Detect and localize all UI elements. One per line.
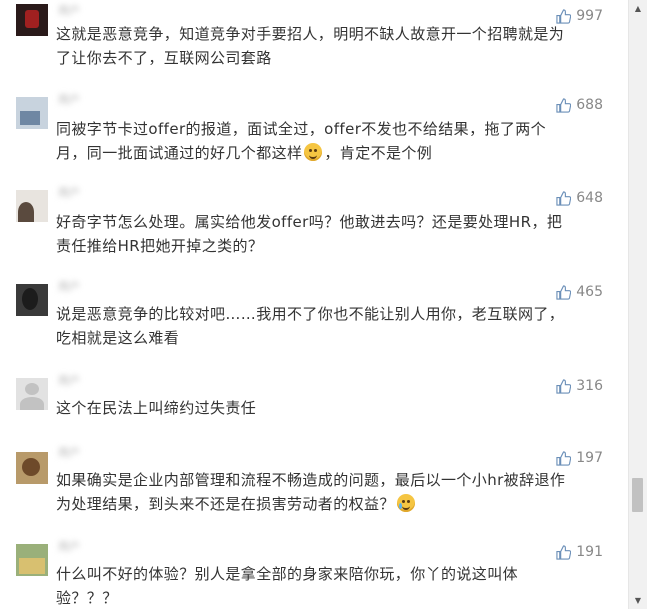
comment-line: 吃相就是这么难看 bbox=[56, 329, 180, 347]
smiling-emoji-icon bbox=[304, 143, 323, 161]
comment-line: 如果确实是企业内部管理和流程不畅造成的问题，最后以一个小hr被辞退作 bbox=[56, 471, 566, 489]
like-count: 316 bbox=[576, 378, 603, 394]
comment-line-suffix: ，肯定不是个例 bbox=[324, 144, 433, 162]
like-button[interactable]: 465 bbox=[556, 283, 603, 301]
username[interactable]: 用户 bbox=[58, 91, 80, 107]
comment-line: 这个在民法上叫缔约过失责任 bbox=[56, 399, 257, 417]
username[interactable]: 用户 bbox=[58, 372, 80, 388]
comment-line-text: 月，同一批面试通过的好几个都这样 bbox=[56, 144, 303, 162]
comment-text: 如果确实是企业内部管理和流程不畅造成的问题，最后以一个小hr被辞退作 为处理结果… bbox=[56, 468, 611, 516]
crying-emoji-icon bbox=[396, 494, 415, 512]
comment-line-text: 为处理结果，到头来不还是在损害劳动者的权益？ bbox=[56, 495, 395, 513]
scrollbar-thumb[interactable] bbox=[632, 478, 643, 512]
avatar[interactable] bbox=[16, 544, 48, 576]
like-count: 197 bbox=[576, 450, 603, 466]
thumbs-up-icon bbox=[556, 378, 572, 394]
username[interactable]: 用户 bbox=[58, 184, 80, 200]
like-button[interactable]: 191 bbox=[556, 543, 603, 561]
comment-line: 同被字节卡过offer的报道，面试全过，offer不发也不给结果，拖了两个 bbox=[56, 120, 547, 138]
comment-line: 什么叫不好的体验？别人是拿全部的身家来陪你玩，你丫的说这叫体 bbox=[56, 565, 519, 583]
comment-line: 责任推给HR把她开掉之类的？ bbox=[56, 237, 264, 255]
comment-text: 好奇字节怎么处理。属实给他发offer吗？他敢进去吗？还是要处理HR，把 责任推… bbox=[56, 210, 611, 258]
comment-line: 好奇字节怎么处理。属实给他发offer吗？他敢进去吗？还是要处理HR，把 bbox=[56, 213, 563, 231]
thumbs-up-icon bbox=[556, 190, 572, 206]
like-count: 688 bbox=[576, 97, 603, 113]
scroll-down-arrow-icon[interactable]: ▼ bbox=[629, 592, 647, 609]
username[interactable]: 用户 bbox=[58, 2, 80, 18]
like-button[interactable]: 316 bbox=[556, 377, 603, 395]
comment-text: 这个在民法上叫缔约过失责任 bbox=[56, 396, 611, 420]
like-button[interactable]: 197 bbox=[556, 449, 603, 467]
avatar[interactable] bbox=[16, 378, 48, 410]
like-button[interactable]: 688 bbox=[556, 96, 603, 114]
avatar[interactable] bbox=[16, 284, 48, 316]
comment-line: 这就是恶意竞争，知道竞争对手要招人，明明不缺人故意开一个招聘就是为 bbox=[56, 25, 565, 43]
thumbs-up-icon bbox=[556, 450, 572, 466]
username[interactable]: 用户 bbox=[58, 538, 80, 554]
comment-text: 同被字节卡过offer的报道，面试全过，offer不发也不给结果，拖了两个 月，… bbox=[56, 117, 611, 165]
comment-text: 说是恶意竞争的比较对吧……我用不了你也不能让别人用你，老互联网了， 吃相就是这么… bbox=[56, 302, 611, 350]
avatar[interactable] bbox=[16, 190, 48, 222]
comment-text: 什么叫不好的体验？别人是拿全部的身家来陪你玩，你丫的说这叫体 验？？？ bbox=[56, 562, 611, 610]
comment-line: 为处理结果，到头来不还是在损害劳动者的权益？ bbox=[56, 492, 611, 516]
username[interactable]: 用户 bbox=[58, 444, 80, 460]
avatar[interactable] bbox=[16, 97, 48, 129]
vertical-scrollbar[interactable]: ▲ ▼ bbox=[628, 0, 647, 609]
thumbs-up-icon bbox=[556, 544, 572, 560]
scroll-up-arrow-icon[interactable]: ▲ bbox=[629, 0, 647, 17]
comment-line: 月，同一批面试通过的好几个都这样 ，肯定不是个例 bbox=[56, 141, 611, 165]
thumbs-up-icon bbox=[556, 97, 572, 113]
comment-text: 这就是恶意竞争，知道竞争对手要招人，明明不缺人故意开一个招聘就是为 了让你去不了… bbox=[56, 22, 611, 70]
comment-line: 验？？？ bbox=[56, 589, 118, 607]
comment-feed: 用户 997 这就是恶意竞争，知道竞争对手要招人，明明不缺人故意开一个招聘就是为… bbox=[0, 0, 625, 609]
comment-line: 说是恶意竞争的比较对吧……我用不了你也不能让别人用你，老互联网了， bbox=[56, 305, 565, 323]
like-count: 191 bbox=[576, 544, 603, 560]
thumbs-up-icon bbox=[556, 284, 572, 300]
like-count: 465 bbox=[576, 284, 603, 300]
avatar[interactable] bbox=[16, 452, 48, 484]
like-button[interactable]: 648 bbox=[556, 189, 603, 207]
avatar[interactable] bbox=[16, 4, 48, 36]
username[interactable]: 用户 bbox=[58, 278, 80, 294]
comment-line: 了让你去不了，互联网公司套路 bbox=[56, 49, 272, 67]
like-count: 648 bbox=[576, 190, 603, 206]
